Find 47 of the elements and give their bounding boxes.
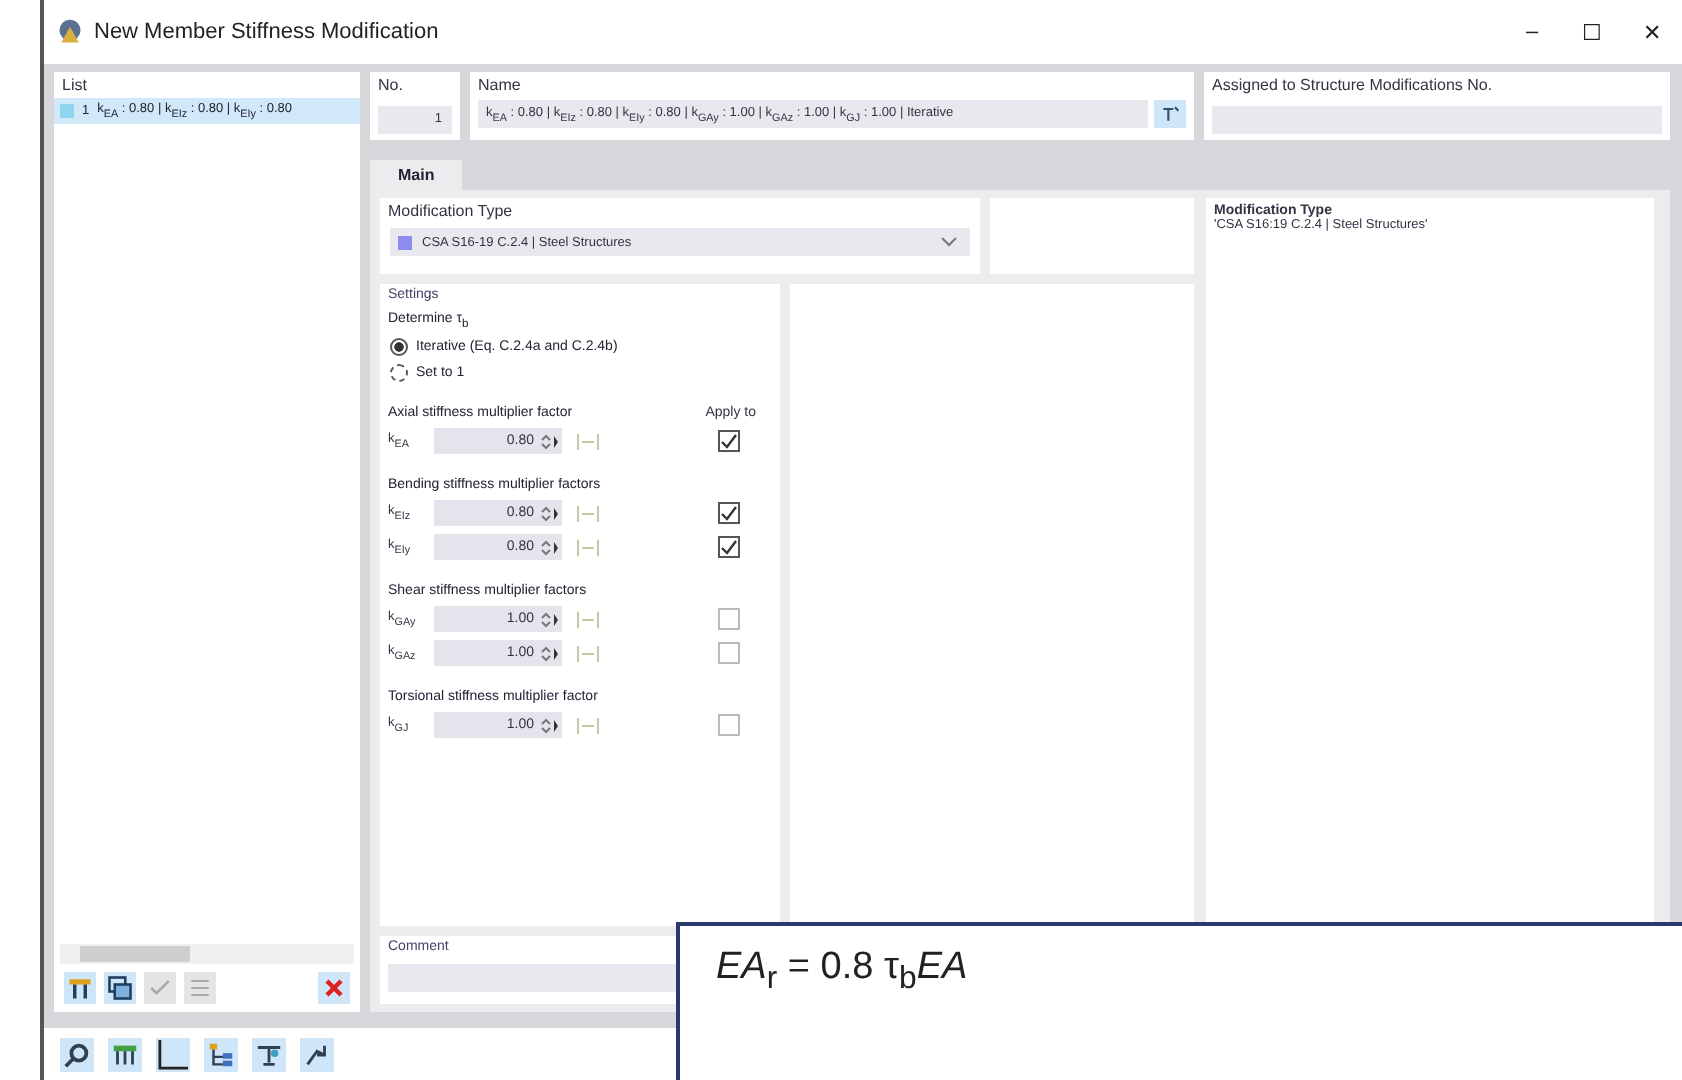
- member-axis-icon: [576, 431, 600, 452]
- search-icon[interactable]: [60, 1037, 94, 1071]
- uncheck-all-icon: [184, 972, 216, 1004]
- spinner-arrows-icon[interactable]: [538, 607, 558, 632]
- radio-button[interactable]: [390, 338, 408, 357]
- apply-checkbox[interactable]: [718, 608, 740, 631]
- apply-checkbox[interactable]: [718, 430, 740, 453]
- apply-checkbox[interactable]: [718, 642, 740, 665]
- edit-name-button[interactable]: [1154, 100, 1186, 128]
- field-label: Modification Type: [386, 200, 515, 224]
- spinner-arrows-icon[interactable]: [538, 535, 558, 560]
- spinner-arrows-icon[interactable]: [538, 641, 558, 666]
- horizontal-scrollbar[interactable]: [60, 944, 354, 964]
- member-axis-icon: [576, 643, 600, 664]
- window-title: New Member Stiffness Modification: [94, 20, 441, 44]
- radio-button[interactable]: [390, 364, 408, 383]
- text-icon: [1160, 104, 1180, 124]
- check-all-icon: [144, 972, 176, 1004]
- new-item-icon[interactable]: [64, 972, 96, 1004]
- formula: EA$_{r}$ = 0.8 τ$_{b}$EA: [716, 946, 968, 1000]
- spinner-arrows-icon[interactable]: [538, 429, 558, 454]
- app-icon: [56, 18, 84, 46]
- units-icon[interactable]: [108, 1037, 142, 1071]
- apply-checkbox[interactable]: [718, 536, 740, 559]
- window-control[interactable]: ☐: [1562, 19, 1622, 45]
- field-label: Assigned to Structure Modifications No.: [1210, 74, 1495, 98]
- chevron-down-icon: [940, 236, 958, 248]
- display-icon[interactable]: [252, 1037, 286, 1071]
- spinner-arrows-icon[interactable]: [538, 713, 558, 738]
- member-axis-icon: [576, 503, 600, 524]
- delete-icon[interactable]: [318, 972, 350, 1004]
- hierarchy-icon[interactable]: [204, 1037, 238, 1071]
- member-axis-icon: [576, 609, 600, 630]
- field-label: No.: [376, 74, 405, 98]
- window-control[interactable]: ✕: [1622, 19, 1682, 45]
- apply-checkbox[interactable]: [718, 502, 740, 525]
- corner-icon[interactable]: [156, 1037, 190, 1071]
- field-label: Name: [476, 74, 523, 98]
- export-icon[interactable]: [300, 1037, 334, 1071]
- window-control[interactable]: –: [1502, 19, 1562, 45]
- tab[interactable]: Main: [370, 160, 463, 190]
- member-axis-icon: [576, 537, 600, 558]
- panel-heading: List: [60, 74, 89, 98]
- apply-checkbox[interactable]: [718, 714, 740, 737]
- member-axis-icon: [576, 715, 600, 736]
- copy-icon[interactable]: [104, 972, 136, 1004]
- spinner-arrows-icon[interactable]: [538, 501, 558, 526]
